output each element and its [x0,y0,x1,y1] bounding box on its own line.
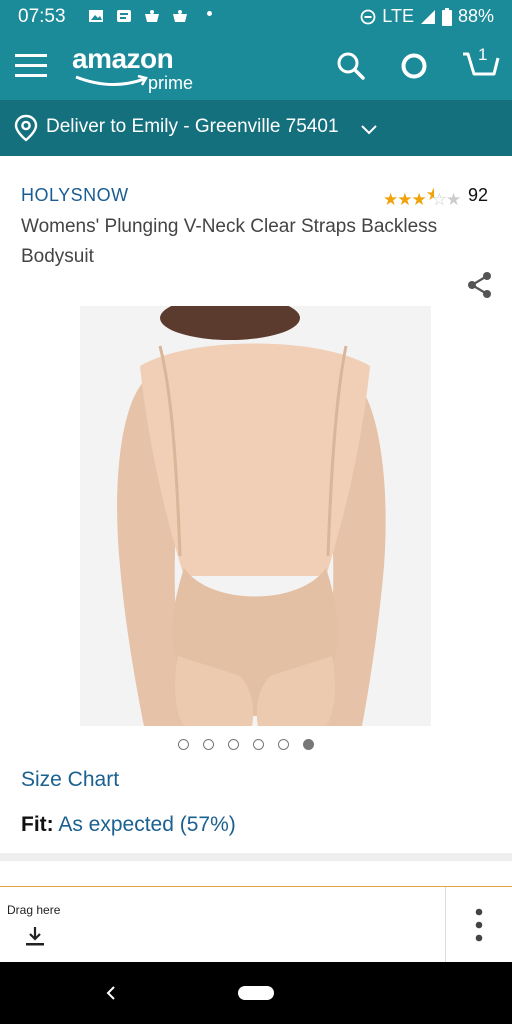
cart-notification-icon [145,10,159,22]
chevron-down-icon [361,125,377,135]
section-divider [0,853,512,861]
drag-here-panel[interactable]: Drag here [0,886,512,963]
drag-here-label: Drag here [7,903,61,917]
fit-label: Fit: [21,813,54,836]
status-bar: 07:53 LTE 88% [0,0,512,34]
size-chart-link[interactable]: Size Chart [21,768,119,792]
back-icon[interactable] [104,984,118,1002]
dnd-icon [360,9,376,24]
brand-link[interactable]: HOLYSNOW [21,185,129,206]
smile-icon [75,75,148,87]
search-icon[interactable] [337,52,365,80]
cart-notification-icon-2 [173,10,187,22]
amazon-prime-logo[interactable]: amazon prime [72,43,193,93]
fit-info: Fit: As expected (57%) [21,813,236,837]
network-type: LTE [382,6,414,26]
download-icon [26,927,44,946]
carousel-dot-active[interactable] [303,739,314,750]
alexa-icon[interactable] [400,52,428,80]
image-notification-icon [89,10,103,22]
more-options-icon[interactable] [473,907,485,943]
carousel-dot[interactable] [278,739,289,750]
deliver-to-text: Deliver to Emily - Greenville 75401 [46,116,339,137]
deliver-to-bar[interactable]: Deliver to Emily - Greenville 75401 [0,100,512,156]
battery-icon [441,7,452,26]
menu-icon[interactable] [15,52,47,80]
home-pill[interactable] [238,986,274,1000]
carousel-dot[interactable] [178,739,189,750]
status-time: 07:53 [18,6,66,27]
signal-icon [420,9,435,24]
message-notification-icon [117,10,131,22]
more-notifications-dot [207,11,212,16]
logo-amazon-text: amazon [72,43,174,74]
status-right: LTE 88% [360,6,494,27]
location-pin-icon [14,114,38,142]
product-image[interactable] [80,306,431,726]
carousel-dot[interactable] [228,739,239,750]
fit-value-link[interactable]: As expected (57%) [58,813,235,836]
system-nav-bar [0,962,512,1024]
panel-divider [445,887,446,963]
battery-level: 88% [457,6,494,26]
product-title: Womens' Plunging V-Neck Clear Straps Bac… [21,216,438,267]
product-photo-illustration [80,306,431,726]
carousel-dot[interactable] [253,739,264,750]
rating-stars[interactable]: ★★★★☆★ [383,185,461,210]
share-icon[interactable] [466,271,494,299]
carousel-dot[interactable] [203,739,214,750]
rating-count[interactable]: 92 [468,185,488,206]
image-carousel-dots[interactable] [178,739,314,750]
app-header: amazon prime 1 [0,34,512,100]
cart-count: 1 [478,45,488,64]
logo-prime-text: prime [148,73,194,93]
